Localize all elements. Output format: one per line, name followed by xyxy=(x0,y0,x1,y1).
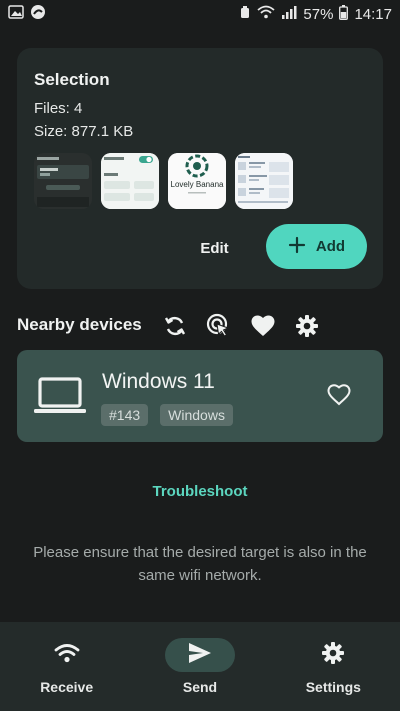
edit-button[interactable]: Edit xyxy=(187,232,242,264)
file-size: Size: 877.1 KB xyxy=(34,123,134,140)
screenshot-thumbnail[interactable] xyxy=(34,153,92,209)
nearby-toolbar xyxy=(162,313,320,339)
file-count: Files: 4 xyxy=(34,100,83,117)
touch-target-icon[interactable] xyxy=(206,313,232,339)
troubleshoot-link[interactable]: Troubleshoot xyxy=(0,483,400,500)
status-bar: 57% 14:17 xyxy=(0,0,400,28)
nav-receive-label: Receive xyxy=(40,679,94,695)
nav-send[interactable]: Send xyxy=(133,622,266,711)
nav-settings[interactable]: Settings xyxy=(267,622,400,711)
selection-title: Selection xyxy=(34,70,110,89)
battery-icon xyxy=(339,4,349,24)
nav-send-pill xyxy=(164,638,235,672)
signal-icon xyxy=(281,5,297,23)
nav-settings-pill xyxy=(298,638,368,672)
nearby-devices-title: Nearby devices xyxy=(17,315,142,334)
settings-screenshot-thumbnail[interactable] xyxy=(101,153,159,209)
device-id-tag: #143 xyxy=(101,404,149,426)
add-button[interactable]: Add xyxy=(266,224,367,269)
thumbnail-list: Lovely Banana xyxy=(34,153,293,209)
document-thumbnail[interactable] xyxy=(235,153,293,209)
device-os-tag: Windows xyxy=(160,404,233,426)
wifi-icon xyxy=(54,643,80,668)
bottom-navigation: Receive Send Settings xyxy=(0,622,400,711)
wifi-status-icon xyxy=(257,5,276,23)
send-icon xyxy=(188,642,212,669)
nav-send-label: Send xyxy=(182,679,218,695)
add-button-label: Add xyxy=(315,238,346,255)
laptop-icon xyxy=(33,376,87,421)
network-hint: Please ensure that the desired target is… xyxy=(33,544,367,584)
clock: 14:17 xyxy=(354,5,392,23)
gear-icon xyxy=(321,641,345,670)
selection-card: Selection Files: 4 Size: 877.1 KB Lovely… xyxy=(17,48,383,289)
nav-receive[interactable]: Receive xyxy=(0,622,133,711)
settings-gear-icon[interactable] xyxy=(294,313,320,339)
battery-percent: 57% xyxy=(303,5,334,23)
favorite-outline-icon[interactable] xyxy=(327,384,351,411)
image-notification-icon xyxy=(8,5,24,23)
device-tags: #143 Windows xyxy=(101,404,233,426)
device-name: Windows 11 xyxy=(102,370,215,393)
logo-thumbnail-label: Lovely Banana xyxy=(171,180,224,189)
plus-icon xyxy=(288,236,306,258)
alarm-icon xyxy=(239,5,251,23)
favorite-icon[interactable] xyxy=(250,313,276,339)
app-notification-icon xyxy=(30,4,46,24)
nav-settings-label: Settings xyxy=(305,679,361,695)
nav-receive-pill xyxy=(32,638,102,672)
device-card[interactable]: Windows 11 #143 Windows xyxy=(17,350,383,442)
logo-thumbnail[interactable]: Lovely Banana xyxy=(168,153,226,209)
refresh-icon[interactable] xyxy=(162,313,188,339)
